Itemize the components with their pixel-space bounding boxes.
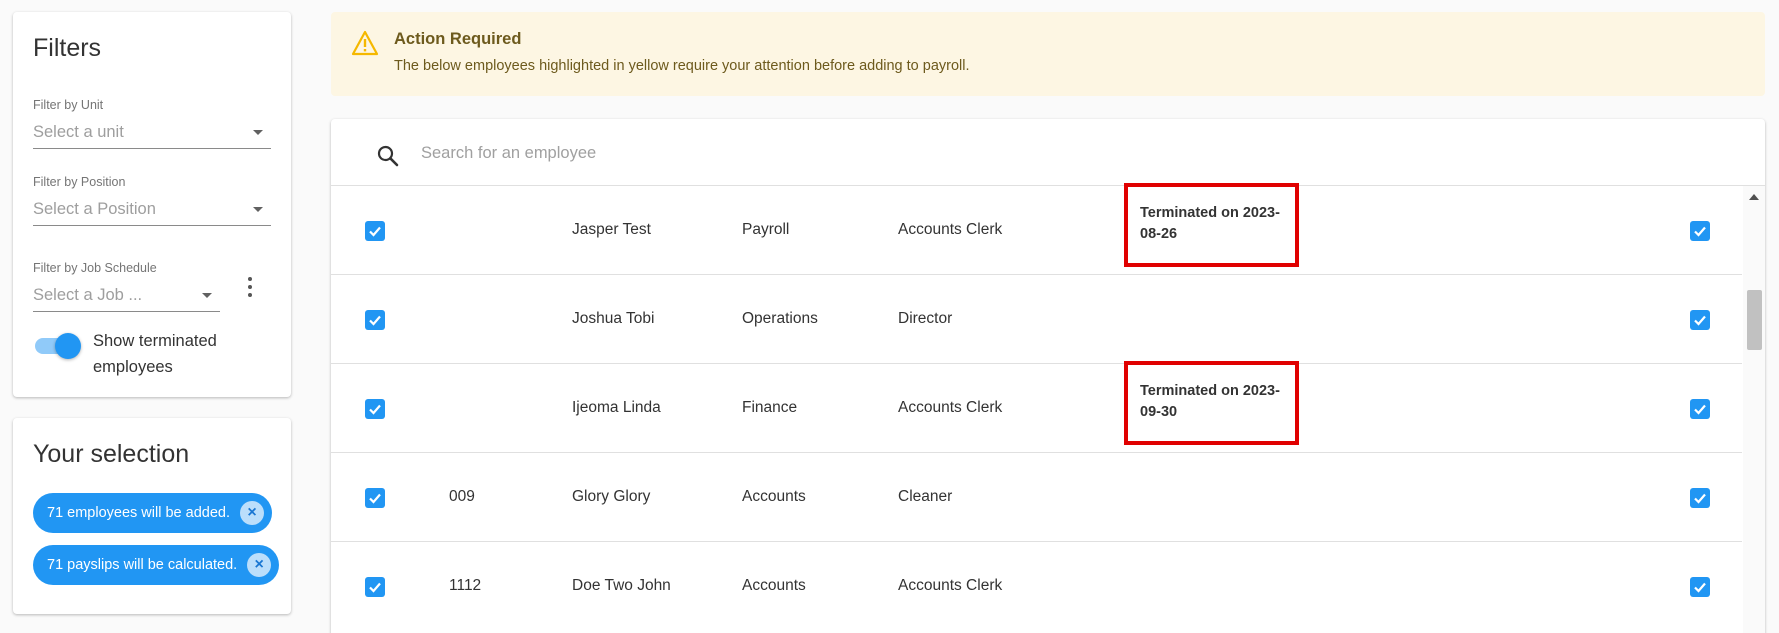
check-icon (369, 582, 381, 593)
search-input[interactable] (421, 137, 1321, 169)
scroll-up-icon[interactable] (1749, 194, 1759, 200)
close-icon[interactable]: × (239, 501, 264, 525)
chevron-down-icon (202, 293, 212, 298)
employee-list: Jasper Test Payroll Accounts Clerk Termi… (331, 183, 1742, 631)
row-select-checkbox[interactable] (365, 310, 385, 330)
job-schedule-filter: Filter by Job Schedule Select a Job ... (33, 261, 220, 312)
position-filter: Filter by Position Select a Position (33, 175, 271, 226)
employee-department: Payroll (742, 221, 790, 238)
employee-department: Operations (742, 310, 818, 327)
table-row: Jasper Test Payroll Accounts Clerk Termi… (331, 183, 1742, 275)
employee-position: Cleaner (898, 488, 953, 505)
show-terminated-label: Show terminated employees (93, 332, 217, 376)
check-icon (369, 226, 381, 237)
row-include-checkbox[interactable] (1690, 488, 1710, 508)
employee-department: Accounts (742, 488, 806, 505)
employee-name: Jasper Test (572, 221, 651, 238)
check-icon (1694, 315, 1706, 326)
employee-name: Doe Two John (572, 577, 671, 594)
check-icon (1694, 226, 1706, 237)
table-scrollbar[interactable] (1743, 186, 1765, 633)
position-select[interactable]: Select a Position (33, 196, 271, 226)
unit-select[interactable]: Select a unit (33, 119, 271, 149)
job-schedule-select[interactable]: Select a Job ... (33, 282, 220, 312)
check-icon (369, 404, 381, 415)
check-icon (1694, 404, 1706, 415)
row-select-checkbox[interactable] (365, 488, 385, 508)
chip-label: 71 payslips will be calculated. (47, 557, 238, 573)
employee-department: Accounts (742, 577, 806, 594)
alert-text: The below employees highlighted in yello… (394, 58, 970, 74)
employee-name: Ijeoma Linda (572, 399, 661, 416)
payslips-calculated-chip: 71 payslips will be calculated. × (33, 545, 280, 585)
employee-code: 009 (449, 488, 475, 505)
action-required-alert: Action Required The below employees high… (331, 12, 1765, 96)
position-filter-label: Filter by Position (33, 175, 126, 189)
show-terminated-toggle[interactable] (33, 330, 81, 359)
scrollbar-thumb[interactable] (1747, 290, 1762, 350)
table-row: 1112 Doe Two John Accounts Accounts Cler… (331, 542, 1742, 631)
employee-position: Accounts Clerk (898, 577, 1003, 594)
check-icon (1694, 582, 1706, 593)
employee-table-card: Jasper Test Payroll Accounts Clerk Termi… (331, 119, 1765, 633)
selection-title: Your selection (33, 440, 190, 468)
unit-select-placeholder: Select a unit (33, 123, 124, 141)
alert-title: Action Required (394, 30, 522, 48)
unit-filter: Filter by Unit Select a unit (33, 98, 271, 149)
row-include-checkbox[interactable] (1690, 221, 1710, 241)
termination-status: Terminated on 2023-08-26 (1124, 183, 1299, 267)
row-include-checkbox[interactable] (1690, 577, 1710, 597)
more-options-icon[interactable] (242, 277, 258, 297)
filters-panel: Filters Filter by Unit Select a unit Fil… (13, 12, 291, 397)
close-icon[interactable]: × (247, 553, 272, 577)
check-icon (369, 315, 381, 326)
row-include-checkbox[interactable] (1690, 399, 1710, 419)
termination-status: Terminated on 2023-09-30 (1124, 361, 1299, 445)
table-row: Joshua Tobi Operations Director (331, 275, 1742, 364)
employees-added-chip: 71 employees will be added. × (33, 493, 272, 533)
chip-label: 71 employees will be added. (47, 505, 230, 521)
employee-name: Glory Glory (572, 488, 651, 505)
show-terminated-row: Show terminated employees (33, 328, 243, 380)
unit-filter-label: Filter by Unit (33, 98, 104, 112)
check-icon (369, 493, 381, 504)
job-schedule-filter-label: Filter by Job Schedule (33, 261, 157, 275)
check-icon (1694, 493, 1706, 504)
chevron-down-icon (253, 207, 263, 212)
chevron-down-icon (253, 130, 263, 135)
row-select-checkbox[interactable] (365, 399, 385, 419)
position-select-placeholder: Select a Position (33, 200, 156, 218)
employee-position: Director (898, 310, 953, 327)
selection-panel: Your selection 71 employees will be adde… (13, 418, 291, 614)
employee-code: 1112 (449, 577, 482, 594)
row-select-checkbox[interactable] (365, 577, 385, 597)
employee-department: Finance (742, 399, 798, 416)
employee-position: Accounts Clerk (898, 399, 1003, 416)
job-schedule-select-placeholder: Select a Job ... (33, 286, 143, 304)
filters-title: Filters (33, 34, 102, 62)
table-row: Ijeoma Linda Finance Accounts Clerk Term… (331, 361, 1742, 453)
row-include-checkbox[interactable] (1690, 310, 1710, 330)
employee-position: Accounts Clerk (898, 221, 1003, 238)
search-bar (331, 119, 1765, 186)
employee-name: Joshua Tobi (572, 310, 655, 327)
warning-icon (351, 30, 379, 56)
table-row: 009 Glory Glory Accounts Cleaner (331, 453, 1742, 542)
search-icon (377, 145, 399, 167)
row-select-checkbox[interactable] (365, 221, 385, 241)
